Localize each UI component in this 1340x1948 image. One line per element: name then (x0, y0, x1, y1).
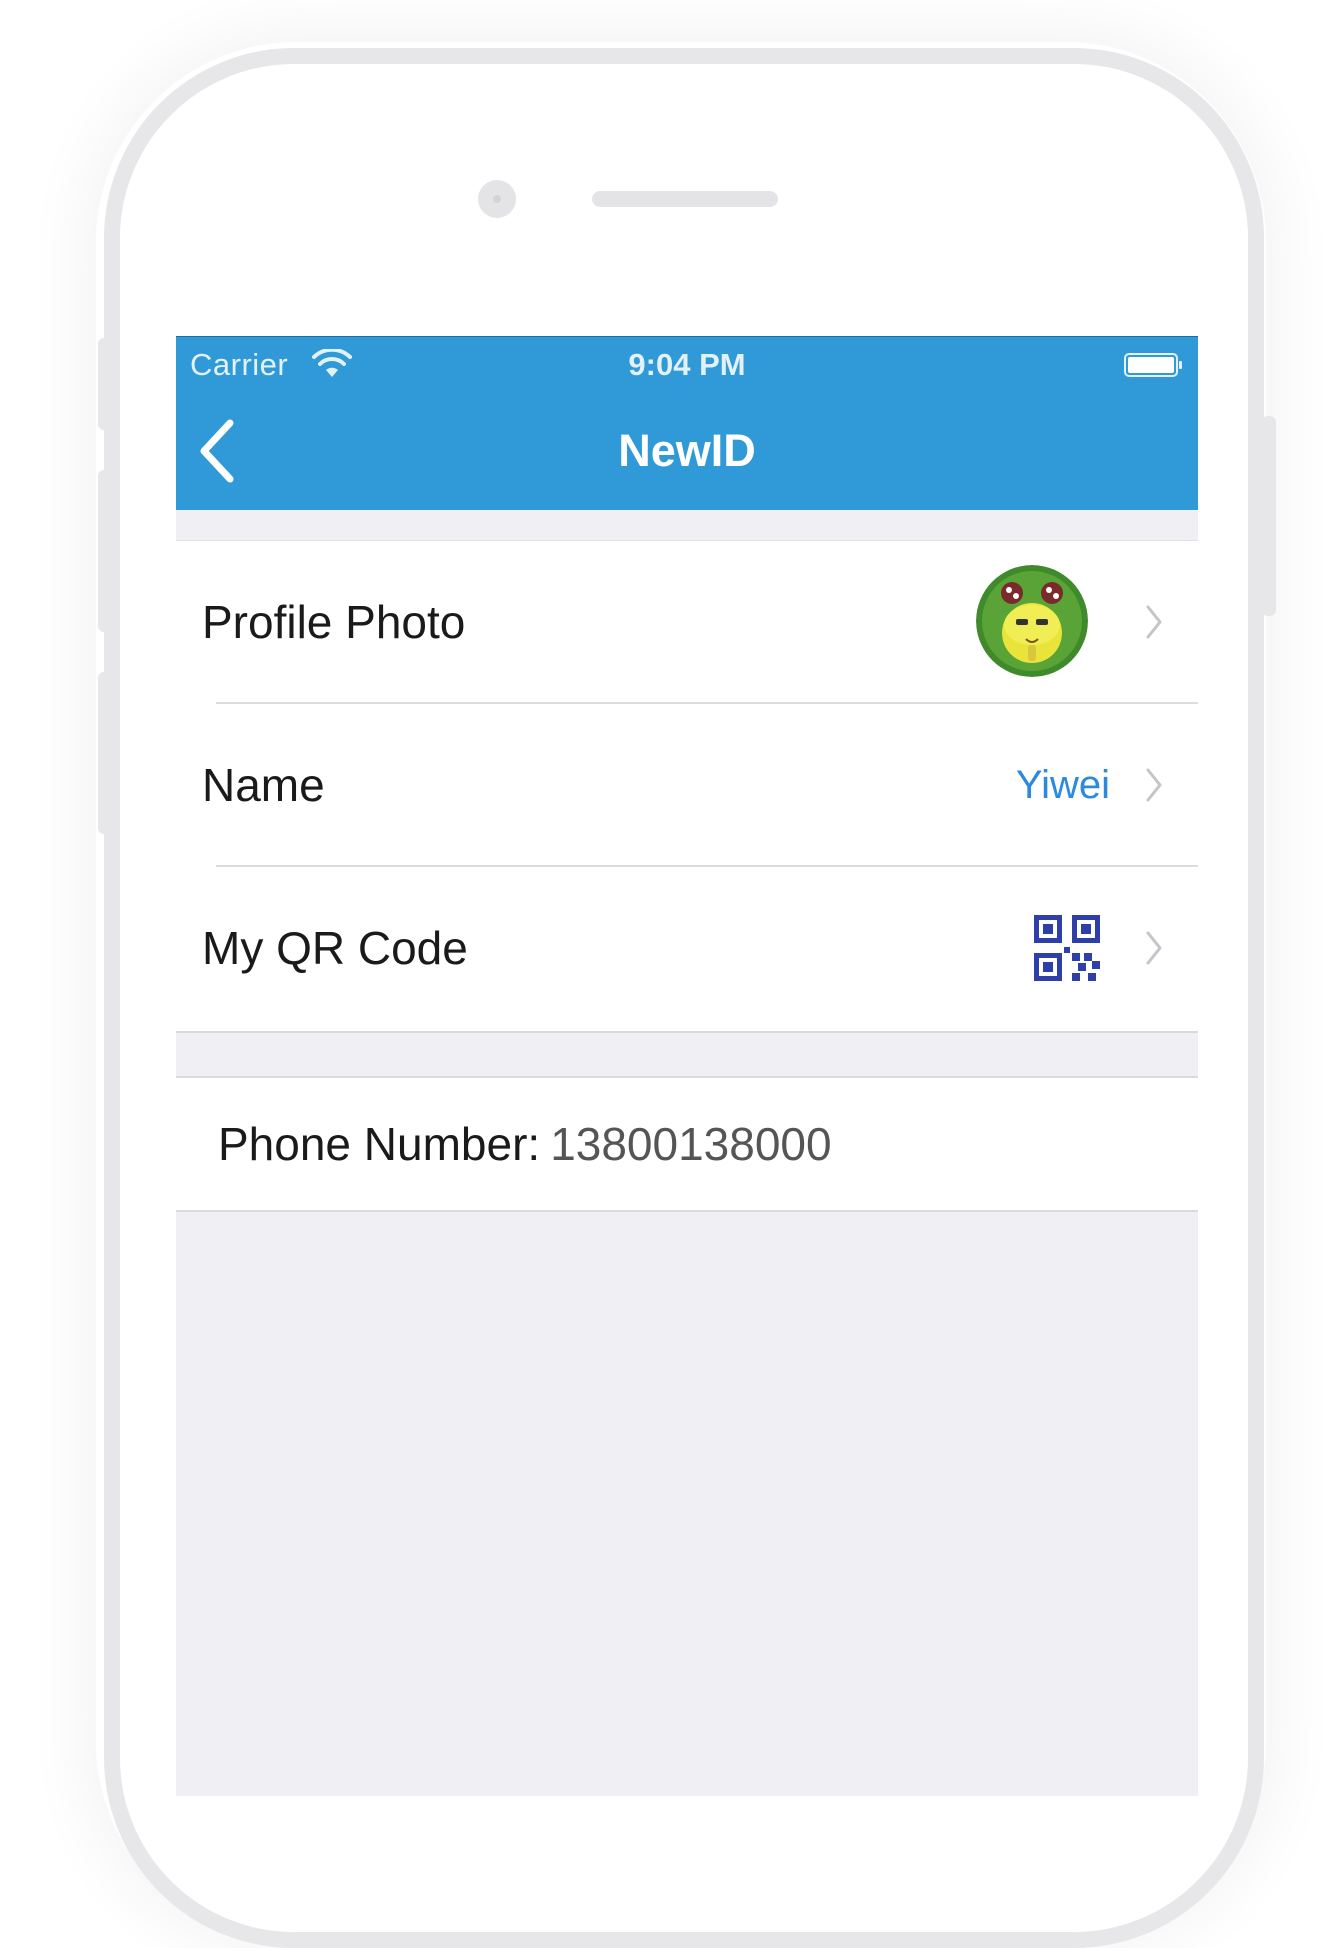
battery-icon (1124, 353, 1182, 377)
power-button (1262, 416, 1276, 616)
status-time: 9:04 PM (628, 347, 746, 382)
front-camera (478, 180, 516, 218)
mute-switch (98, 338, 112, 430)
name-label: Name (202, 759, 325, 811)
phone-number-value: 13800138000 (550, 1118, 832, 1170)
phone-number-row: Phone Number: 13800138000 (218, 1078, 832, 1210)
avatar (976, 565, 1088, 677)
name-value: Yiwei (1015, 763, 1110, 807)
chevron-right-icon (1146, 768, 1162, 802)
phone-screen: Carrier 9:04 PM NewID Profile Photo Name… (176, 336, 1198, 1796)
profile-photo-label: Profile Photo (202, 596, 466, 648)
chevron-right-icon (1146, 931, 1162, 965)
earpiece-speaker (592, 191, 778, 207)
chevron-right-icon (1146, 605, 1162, 639)
qr-code-row[interactable]: My QR Code (176, 867, 1198, 1030)
qr-code-icon (1034, 915, 1100, 981)
phone-number-label: Phone Number: (218, 1118, 541, 1170)
profile-group: Profile Photo Name Yiwei My QR Code (176, 540, 1198, 1033)
page-title: NewID (618, 425, 756, 476)
navigation-bar: Carrier 9:04 PM NewID (176, 336, 1198, 510)
volume-down-button (98, 672, 112, 834)
name-row[interactable]: Name Yiwei (176, 704, 1198, 867)
volume-up-button (98, 470, 112, 632)
profile-photo-row[interactable]: Profile Photo (176, 541, 1198, 704)
qr-code-label: My QR Code (202, 922, 468, 974)
phone-group: Phone Number: 13800138000 (176, 1076, 1198, 1212)
